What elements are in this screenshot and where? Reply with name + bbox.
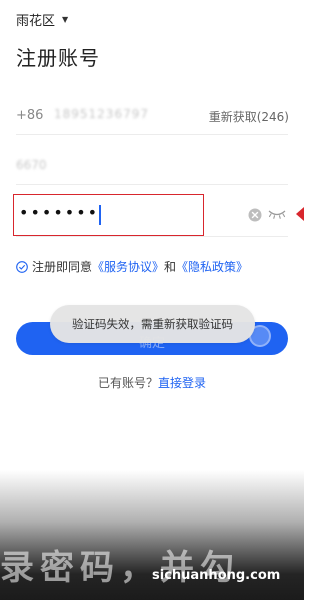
password-field[interactable]: ••••••• — [19, 203, 99, 222]
toast-message: 验证码失效，需重新获取验证码 — [50, 305, 255, 343]
agreement-connector: 和 — [164, 260, 177, 274]
chevron-down-icon: ▼ — [62, 15, 69, 24]
resend-code-button[interactable]: 重新获取(246) — [209, 108, 289, 125]
divider — [16, 184, 288, 185]
privacy-policy-link[interactable]: 《隐私政策》 — [176, 258, 248, 275]
divider — [16, 134, 288, 135]
watermark: sichuanhong.com — [152, 568, 281, 583]
country-code[interactable]: +86 — [16, 108, 43, 123]
location-label: 雨花区 — [16, 14, 56, 29]
agreement-row: 注册即同意 《服务协议》 和 《隐私政策》 — [16, 258, 248, 275]
login-link[interactable]: 直接登录 — [158, 376, 206, 390]
login-prompt-text: 已有账号？ — [97, 376, 158, 390]
page-title: 注册账号 — [16, 46, 100, 70]
clear-icon[interactable] — [248, 208, 262, 222]
service-agreement-link[interactable]: 《服务协议》 — [92, 258, 164, 275]
text-cursor — [99, 205, 101, 225]
phone-number-field[interactable]: 18951236797 — [54, 107, 149, 121]
check-circle-icon[interactable] — [16, 260, 28, 273]
verification-code-field[interactable]: 6670 — [16, 158, 47, 172]
agreement-text: 注册即同意 — [32, 260, 93, 274]
divider — [16, 236, 288, 237]
location-selector[interactable]: 雨花区 ▼ — [16, 10, 68, 29]
login-prompt: 已有账号？直接登录 — [0, 374, 304, 391]
eye-closed-icon[interactable] — [268, 209, 286, 219]
annotation-arrow — [296, 207, 304, 221]
